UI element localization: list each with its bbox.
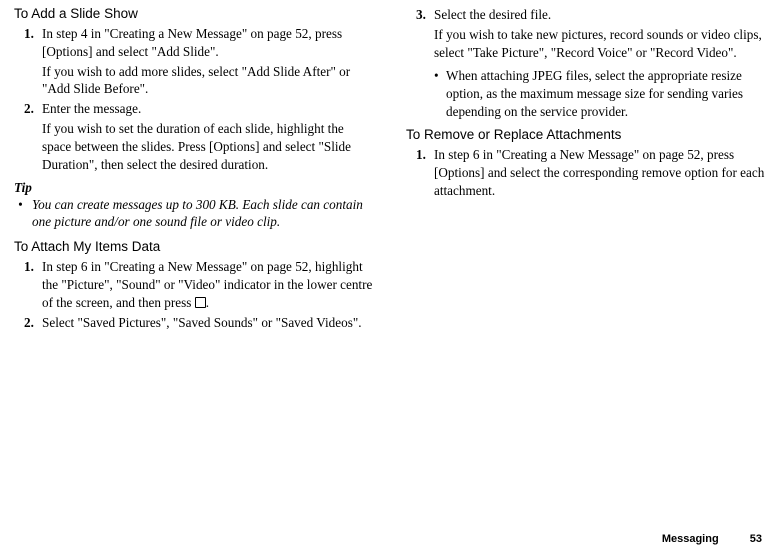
jpeg-note-bullet: When attaching JPEG files, select the ap… [406, 67, 768, 120]
step-2: Enter the message. If you wish to set th… [24, 100, 376, 173]
step-2-detail: If you wish to set the duration of each … [42, 120, 376, 173]
step-1-detail: If you wish to add more slides, select "… [42, 63, 376, 99]
attach-step-1: In step 6 in "Creating a New Message" on… [24, 258, 376, 311]
attach-step-2-text: Select "Saved Pictures", "Saved Sounds" … [42, 315, 362, 330]
attach-step-1-post: . [206, 295, 209, 310]
attach-step-3: Select the desired file. If you wish to … [416, 6, 768, 61]
attach-step-2: Select "Saved Pictures", "Saved Sounds" … [24, 314, 376, 332]
tip-body: You can create messages up to 300 KB. Ea… [14, 196, 376, 232]
tip-label: Tip [14, 180, 376, 196]
footer-section: Messaging [662, 533, 719, 545]
heading-attach-items: To Attach My Items Data [14, 239, 376, 254]
remove-step-1-text: In step 6 in "Creating a New Message" on… [434, 147, 764, 198]
step-2-text: Enter the message. [42, 101, 141, 116]
attach-step-3-text: Select the desired file. [434, 7, 551, 22]
page-footer: Messaging 53 [662, 533, 762, 545]
heading-add-slide-show: To Add a Slide Show [14, 6, 376, 21]
step-1-text: In step 4 in "Creating a New Message" on… [42, 26, 342, 59]
attach-step-3-detail: If you wish to take new pictures, record… [434, 26, 768, 62]
heading-remove-replace: To Remove or Replace Attachments [406, 127, 768, 142]
center-key-icon [195, 297, 206, 308]
remove-step-1: In step 6 in "Creating a New Message" on… [416, 146, 768, 199]
step-1: In step 4 in "Creating a New Message" on… [24, 25, 376, 98]
footer-page-number: 53 [750, 533, 762, 545]
